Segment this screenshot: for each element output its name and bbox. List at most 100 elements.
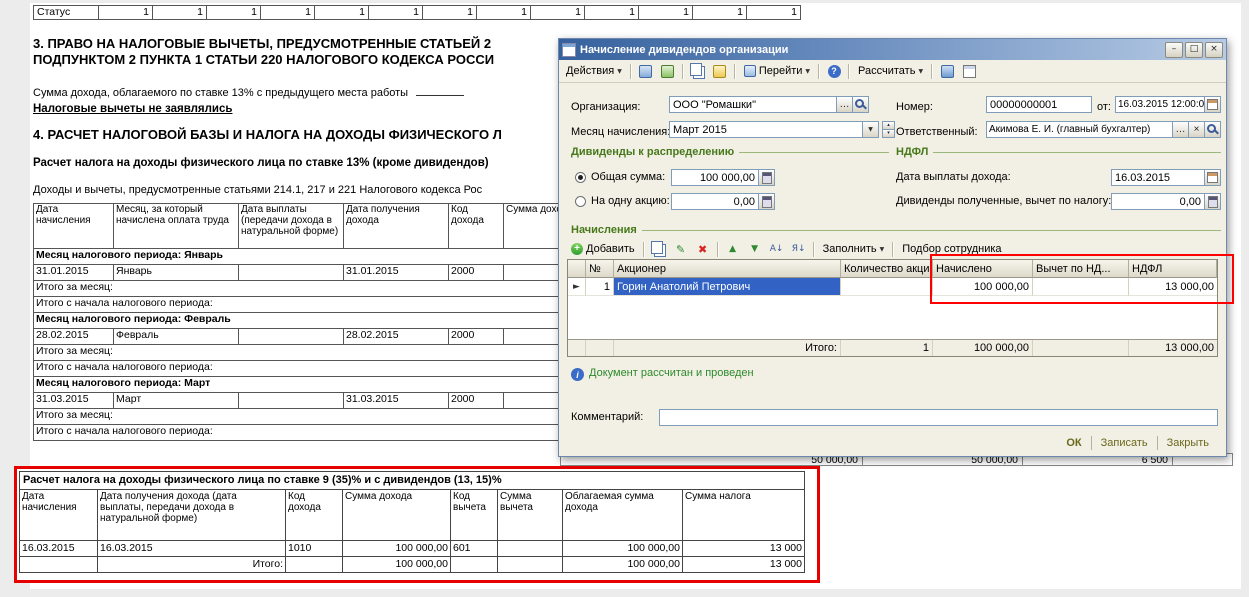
maximize-button[interactable]: □: [1185, 41, 1203, 58]
number-input[interactable]: 00000000001: [986, 96, 1092, 113]
toolbar-separator: [812, 241, 815, 257]
number-field: 00000000001: [986, 96, 1092, 113]
total-sum-input[interactable]: 100 000,00: [671, 169, 759, 186]
move-down-button[interactable]: ▼: [745, 240, 765, 259]
minimize-button[interactable]: –: [1165, 41, 1183, 58]
clear-button[interactable]: ×: [1189, 121, 1205, 138]
calculator-button[interactable]: [759, 193, 775, 210]
col-header-deduction[interactable]: Вычет по НД...: [1033, 260, 1129, 278]
month-input[interactable]: Март 2015: [669, 121, 863, 138]
actions-label: Действия: [566, 65, 615, 77]
open-button[interactable]: [1205, 121, 1221, 138]
deduction-cell[interactable]: [1033, 278, 1129, 296]
date-field: 16.03.2015 12:00:00: [1115, 96, 1221, 113]
choose-button[interactable]: …: [837, 96, 853, 113]
list-settings-button[interactable]: [959, 62, 979, 81]
col-header-shareholder[interactable]: Акционер: [614, 260, 841, 278]
move-up-button[interactable]: ▲: [723, 240, 743, 259]
status-value-cell: 1: [747, 5, 801, 20]
edit-row-button[interactable]: ✎: [671, 240, 691, 259]
received-dividends-input[interactable]: 0,00: [1111, 193, 1205, 210]
settings-icon: [940, 64, 954, 78]
help-icon: ?: [827, 64, 841, 78]
calculator-button[interactable]: [759, 169, 775, 186]
window-title: Начисление дивидендов организации: [580, 43, 789, 56]
sort-ascending-button[interactable]: А↓: [767, 240, 787, 259]
copy-row-button[interactable]: [649, 240, 669, 259]
table-empty-area[interactable]: [568, 296, 1217, 339]
help-button[interactable]: ?: [824, 62, 844, 81]
close-window-button[interactable]: Закрыть: [1158, 435, 1218, 451]
dropdown-icon: ▼: [868, 126, 873, 133]
dropdown-icon: ▼: [879, 245, 885, 253]
ndfl-cell[interactable]: 13 000,00: [1129, 278, 1217, 296]
reread-button[interactable]: [658, 62, 678, 81]
pencil-icon: ✎: [676, 242, 686, 256]
total-sum-radio[interactable]: [575, 172, 586, 183]
spin-down-button[interactable]: ▾: [882, 130, 895, 138]
open-button[interactable]: [853, 96, 869, 113]
arrow-up-icon: ▲: [729, 243, 737, 254]
add-row-button[interactable]: + Добавить: [567, 241, 639, 257]
per-share-radio[interactable]: [575, 196, 586, 207]
col-header-ndfl[interactable]: НДФЛ: [1129, 260, 1217, 278]
responsible-input[interactable]: Акимова Е. И. (главный бухгалтер): [986, 121, 1173, 138]
status-value-cell: 1: [99, 5, 153, 20]
col-header: Сумма налога: [682, 489, 805, 541]
status-value-cell: 1: [531, 5, 585, 20]
received-dividends-field: 0,00: [1111, 193, 1221, 210]
accruals-row[interactable]: ► 1 Горин Анатолий Петрович 100 000,00 1…: [568, 278, 1217, 296]
calendar-button[interactable]: [1205, 169, 1221, 186]
row-marker-cell: ►: [568, 278, 586, 296]
row-num-cell[interactable]: 1: [586, 278, 614, 296]
pay-date-field: 16.03.2015: [1111, 169, 1221, 186]
settings-button[interactable]: [937, 62, 957, 81]
print-button[interactable]: [710, 62, 730, 81]
col-header-shares[interactable]: Количество акций: [841, 260, 933, 278]
pay-date-input[interactable]: 16.03.2015: [1111, 169, 1205, 186]
close-button[interactable]: ×: [1205, 41, 1223, 58]
window-buttons: ОК Записать Закрыть: [1057, 432, 1218, 454]
status-value-cell: 1: [639, 5, 693, 20]
ok-button[interactable]: ОК: [1057, 435, 1090, 451]
spin-up-button[interactable]: ▴: [882, 121, 895, 130]
copy-document-button[interactable]: [688, 62, 708, 81]
choose-button[interactable]: …: [1173, 121, 1189, 138]
tax13-table: Дата начисления Месяц, за который начисл…: [32, 203, 577, 441]
per-share-input[interactable]: 0,00: [671, 193, 759, 210]
goto-menu-button[interactable]: Перейти ▼: [740, 63, 814, 79]
post-document-button[interactable]: [636, 62, 656, 81]
col-header: Код дохода: [448, 203, 504, 249]
no-deductions-note: Налоговые вычеты не заявлялись: [33, 103, 233, 115]
window-titlebar[interactable]: Начисление дивидендов организации – □ ×: [559, 39, 1226, 60]
section3-heading: 3. ПРАВО НА НАЛОГОВЫЕ ВЫЧЕТЫ, ПРЕДУСМОТР…: [33, 36, 494, 68]
calculator-button[interactable]: [1205, 193, 1221, 210]
col-header: Дата начисления: [19, 489, 98, 541]
organization-field: ООО "Ромашки" …: [669, 96, 869, 113]
delete-row-button[interactable]: ✖: [693, 240, 713, 259]
sort-descending-button[interactable]: Я↓: [789, 240, 809, 259]
pick-employee-button[interactable]: Подбор сотрудника: [898, 241, 1005, 257]
shareholder-cell-selected[interactable]: Горин Анатолий Петрович: [614, 278, 841, 296]
col-header-num[interactable]: №: [586, 260, 614, 278]
document-status-text: Документ рассчитан и проведен: [589, 367, 754, 379]
accrued-cell[interactable]: 100 000,00: [933, 278, 1033, 296]
calculate-menu-button[interactable]: Рассчитать ▼: [854, 63, 927, 79]
total-label-cell: Итого:: [614, 340, 841, 356]
sort-ascending-icon: А↓: [769, 243, 784, 254]
fill-menu-button[interactable]: Заполнить ▼: [819, 241, 889, 257]
organization-input[interactable]: ООО "Ромашки": [669, 96, 837, 113]
comment-input[interactable]: [659, 409, 1218, 426]
month-dropdown-button[interactable]: ▼: [863, 121, 879, 138]
shares-cell[interactable]: [841, 278, 933, 296]
accruals-section-header: Начисления: [571, 223, 1221, 237]
toolbar-separator: [892, 241, 895, 257]
rate13-subtitle: Расчет налога на доходы физического лица…: [33, 157, 489, 169]
toolbar-separator: [733, 63, 736, 79]
col-header-accrued[interactable]: Начислено: [933, 260, 1033, 278]
calendar-button[interactable]: [1205, 96, 1221, 113]
income-row: 28.02.2015 Февраль 28.02.2015 2000: [33, 328, 577, 345]
save-button[interactable]: Записать: [1092, 435, 1157, 451]
date-input[interactable]: 16.03.2015 12:00:00: [1115, 96, 1205, 113]
actions-menu-button[interactable]: Действия ▼: [562, 63, 626, 79]
